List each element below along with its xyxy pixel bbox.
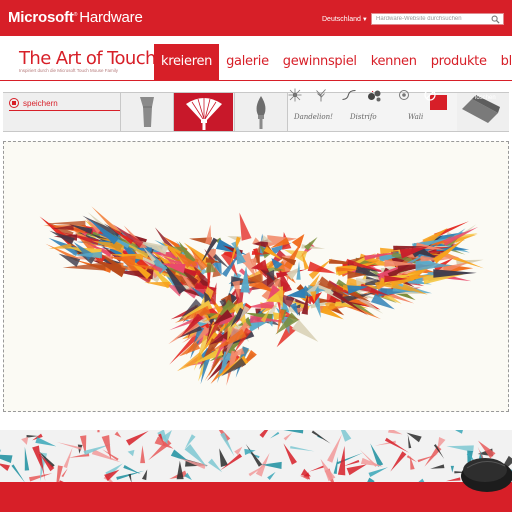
nav-divider [0, 80, 512, 81]
bird-artwork [39, 206, 485, 386]
nav-produkte[interactable]: produkte [424, 44, 494, 80]
save-icon [9, 98, 19, 108]
burst-stamp[interactable] [288, 88, 312, 110]
signature-3[interactable]: Wali [408, 113, 423, 121]
no-symbol-icon [424, 89, 436, 101]
page-subtitle: Inspiriert durch die Microsoft Touch Mou… [19, 68, 118, 73]
search-box [371, 13, 504, 25]
page-title: The Art of Touch [19, 48, 156, 69]
line-stamp[interactable] [342, 90, 366, 110]
nav-blog[interactable]: blog [494, 44, 512, 80]
footer-banner-art [0, 430, 512, 482]
nav-kreieren[interactable]: kreieren [154, 44, 220, 80]
touch-mouse-image [455, 446, 512, 494]
nav-gewinnspiel[interactable]: gewinnspiel [276, 44, 364, 80]
language-selector[interactable]: Deutschland▼ [322, 16, 368, 23]
marker-icon [139, 97, 154, 127]
round-brush-tool[interactable] [234, 93, 286, 131]
drawing-toolbar: speichern Dandelion! Distrifo Wali lösch… [3, 88, 509, 132]
stamp-palette: Dandelion! Distrifo Wali [287, 88, 457, 131]
brand-bold: Microsoft [8, 9, 74, 26]
brand-rest: Hardware [79, 9, 143, 26]
chevron-down-icon: ▼ [361, 17, 368, 23]
nav-galerie[interactable]: galerie [219, 44, 276, 80]
clear-label: löschen [475, 95, 496, 101]
marker-tool[interactable] [120, 93, 172, 131]
curve-icon [342, 90, 356, 100]
drawing-canvas[interactable] [3, 141, 509, 412]
circles-stamp[interactable] [368, 90, 392, 110]
circles-icon [368, 90, 381, 102]
save-underline [9, 110, 121, 111]
eraser-stamp[interactable] [424, 89, 447, 110]
fan-brush-icon [185, 98, 222, 130]
signature-2[interactable]: Distrifo [350, 113, 377, 121]
nav-kennen-lernen[interactable]: kennen lernen [364, 44, 424, 105]
round-brush-icon [256, 96, 265, 129]
top-header: Microsoft® Hardware Deutschland▼ [0, 0, 512, 36]
language-label: Deutschland [322, 16, 361, 23]
target-icon [399, 90, 409, 100]
microsoft-hardware-logo[interactable]: Microsoft® Hardware [8, 9, 143, 26]
save-label: speichern [23, 98, 58, 108]
fan-brush-tool[interactable] [173, 93, 233, 131]
target-stamp[interactable] [399, 90, 421, 110]
signature-1[interactable]: Dandelion! [294, 113, 333, 121]
tree-stamp[interactable] [316, 89, 338, 110]
tree-icon [316, 89, 326, 102]
main-nav: kreieren galerie gewinnspiel kennen lern… [154, 44, 512, 105]
search-input[interactable] [376, 14, 488, 24]
footer-bar [0, 482, 512, 512]
burst-icon [288, 88, 302, 102]
search-icon[interactable] [491, 15, 500, 24]
save-button[interactable]: speichern [9, 97, 58, 109]
footer-pattern [0, 430, 512, 482]
